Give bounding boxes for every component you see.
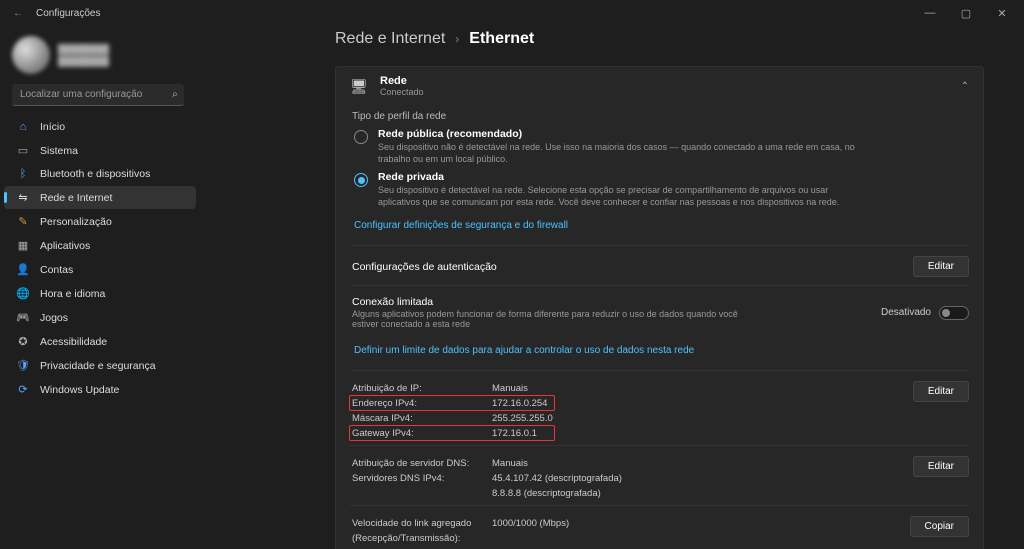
radio-label: Rede pública (recomendado) bbox=[378, 128, 858, 140]
chevron-right-icon: › bbox=[455, 32, 459, 46]
window-title: Configurações bbox=[36, 8, 912, 19]
auth-settings-label: Configurações de autenticação bbox=[352, 261, 913, 273]
sidebar-item-label: Hora e idioma bbox=[40, 288, 105, 300]
sidebar-item-home[interactable]: ⌂ Início bbox=[4, 116, 196, 138]
breadcrumb-current: Ethernet bbox=[469, 30, 534, 48]
toggle-state: Desativado bbox=[881, 307, 931, 318]
sidebar-item-label: Privacidade e segurança bbox=[40, 360, 156, 372]
dns-servers-label: Servidores DNS IPv4: bbox=[352, 471, 492, 486]
sidebar-item-label: Sistema bbox=[40, 145, 78, 157]
accessibility-icon: ✪ bbox=[16, 335, 30, 348]
network-name: Rede bbox=[380, 75, 424, 87]
gateway-label: Gateway IPv4: bbox=[352, 426, 492, 441]
network-status: Conectado bbox=[380, 87, 424, 97]
sidebar-item-accounts[interactable]: 👤 Contas bbox=[4, 258, 196, 281]
sidebar-item-network[interactable]: ⇋ Rede e Internet bbox=[4, 186, 196, 209]
radio-icon bbox=[354, 173, 368, 187]
dns-servers-value: 45.4.107.42 (descriptografada) 8.8.8.8 (… bbox=[492, 471, 622, 501]
sidebar-item-label: Bluetooth e dispositivos bbox=[40, 168, 150, 180]
edit-dns-button[interactable]: Editar bbox=[913, 456, 969, 477]
sidebar-item-personalization[interactable]: ✎ Personalização bbox=[4, 210, 196, 233]
metered-desc: Alguns aplicativos podem funcionar de fo… bbox=[352, 309, 752, 329]
metered-toggle[interactable] bbox=[939, 306, 969, 320]
globe-icon: 🌐 bbox=[16, 287, 30, 300]
sidebar: ████████████████ ⌕ ⌂ Início ▭ Sistema ᛒ Blu… bbox=[0, 26, 200, 549]
sidebar-item-label: Windows Update bbox=[40, 384, 119, 396]
sidebar-item-label: Jogos bbox=[40, 312, 68, 324]
sidebar-item-gaming[interactable]: 🎮 Jogos bbox=[4, 306, 196, 329]
apps-icon: ▦ bbox=[16, 239, 30, 252]
sidebar-item-label: Rede e Internet bbox=[40, 192, 112, 204]
search-input[interactable] bbox=[12, 84, 184, 106]
maximize-button[interactable]: ▢ bbox=[948, 0, 984, 26]
mask-label: Máscara IPv4: bbox=[352, 411, 492, 426]
profile-heading: Tipo de perfil da rede bbox=[352, 111, 969, 122]
person-icon: 👤 bbox=[16, 263, 30, 276]
ipv4-value: 172.16.0.254 bbox=[492, 396, 553, 411]
data-limit-link[interactable]: Definir um limite de dados para ajudar a… bbox=[354, 345, 694, 356]
bluetooth-icon: ᛒ bbox=[16, 168, 30, 180]
ip-assign-value: Manuais bbox=[492, 381, 553, 396]
sidebar-item-accessibility[interactable]: ✪ Acessibilidade bbox=[4, 330, 196, 353]
ip-assign-label: Atribuição de IP: bbox=[352, 381, 492, 396]
monitor-icon: 🖥 bbox=[350, 78, 368, 95]
mask-value: 255.255.255.0 bbox=[492, 411, 553, 426]
radio-description: Seu dispositivo é detectável na rede. Se… bbox=[378, 184, 858, 208]
sidebar-item-bluetooth[interactable]: ᛒ Bluetooth e dispositivos bbox=[4, 163, 196, 185]
edit-ip-button[interactable]: Editar bbox=[913, 381, 969, 402]
sidebar-item-label: Contas bbox=[40, 264, 73, 276]
avatar bbox=[12, 36, 50, 74]
shield-icon: 🛡 bbox=[16, 359, 30, 372]
minimize-button[interactable]: ― bbox=[912, 0, 948, 26]
home-icon: ⌂ bbox=[16, 121, 30, 133]
sidebar-item-time[interactable]: 🌐 Hora e idioma bbox=[4, 282, 196, 305]
brush-icon: ✎ bbox=[16, 215, 30, 228]
metered-title: Conexão limitada bbox=[352, 296, 881, 308]
edit-auth-button[interactable]: Editar bbox=[913, 256, 969, 277]
network-panel[interactable]: 🖥 Rede Conectado ⌃ Tipo de perfil da red… bbox=[335, 66, 984, 549]
gamepad-icon: 🎮 bbox=[16, 311, 30, 324]
radio-description: Seu dispositivo não é detectável na rede… bbox=[378, 141, 858, 165]
dns-assign-label: Atribuição de servidor DNS: bbox=[352, 456, 492, 471]
update-icon: ⟳ bbox=[16, 383, 30, 396]
radio-private-network[interactable]: Rede privada Seu dispositivo é detectáve… bbox=[354, 171, 969, 208]
sidebar-item-label: Personalização bbox=[40, 216, 112, 228]
radio-label: Rede privada bbox=[378, 171, 858, 183]
copy-details-button[interactable]: Copiar bbox=[910, 516, 969, 537]
close-button[interactable]: ✕ bbox=[984, 0, 1020, 26]
link-speed-value: 1000/1000 (Mbps) bbox=[492, 516, 644, 531]
radio-public-network[interactable]: Rede pública (recomendado) Seu dispositi… bbox=[354, 128, 969, 165]
dns-assign-value: Manuais bbox=[492, 456, 622, 471]
user-block[interactable]: ████████████████ bbox=[0, 30, 196, 84]
breadcrumb: Rede e Internet › Ethernet bbox=[335, 30, 984, 48]
firewall-link[interactable]: Configurar definições de segurança e do … bbox=[354, 220, 568, 231]
sidebar-item-label: Aplicativos bbox=[40, 240, 90, 252]
sidebar-item-privacy[interactable]: 🛡 Privacidade e segurança bbox=[4, 354, 196, 377]
radio-icon bbox=[354, 130, 368, 144]
sidebar-item-label: Acessibilidade bbox=[40, 336, 107, 348]
sidebar-item-system[interactable]: ▭ Sistema bbox=[4, 139, 196, 162]
link-speed-label: Velocidade do link agregado (Recepção/Tr… bbox=[352, 516, 482, 546]
breadcrumb-parent[interactable]: Rede e Internet bbox=[335, 30, 445, 48]
wifi-icon: ⇋ bbox=[16, 191, 30, 204]
sidebar-item-apps[interactable]: ▦ Aplicativos bbox=[4, 234, 196, 257]
gateway-value: 172.16.0.1 bbox=[492, 426, 553, 441]
ipv4-label: Endereço IPv4: bbox=[352, 396, 492, 411]
sidebar-item-label: Início bbox=[40, 121, 65, 133]
back-button[interactable]: ← bbox=[4, 0, 32, 26]
user-name: ████████████████ bbox=[58, 43, 109, 67]
system-icon: ▭ bbox=[16, 144, 30, 157]
sidebar-item-update[interactable]: ⟳ Windows Update bbox=[4, 378, 196, 401]
chevron-up-icon[interactable]: ⌃ bbox=[961, 81, 969, 92]
search-icon: ⌕ bbox=[172, 89, 178, 102]
